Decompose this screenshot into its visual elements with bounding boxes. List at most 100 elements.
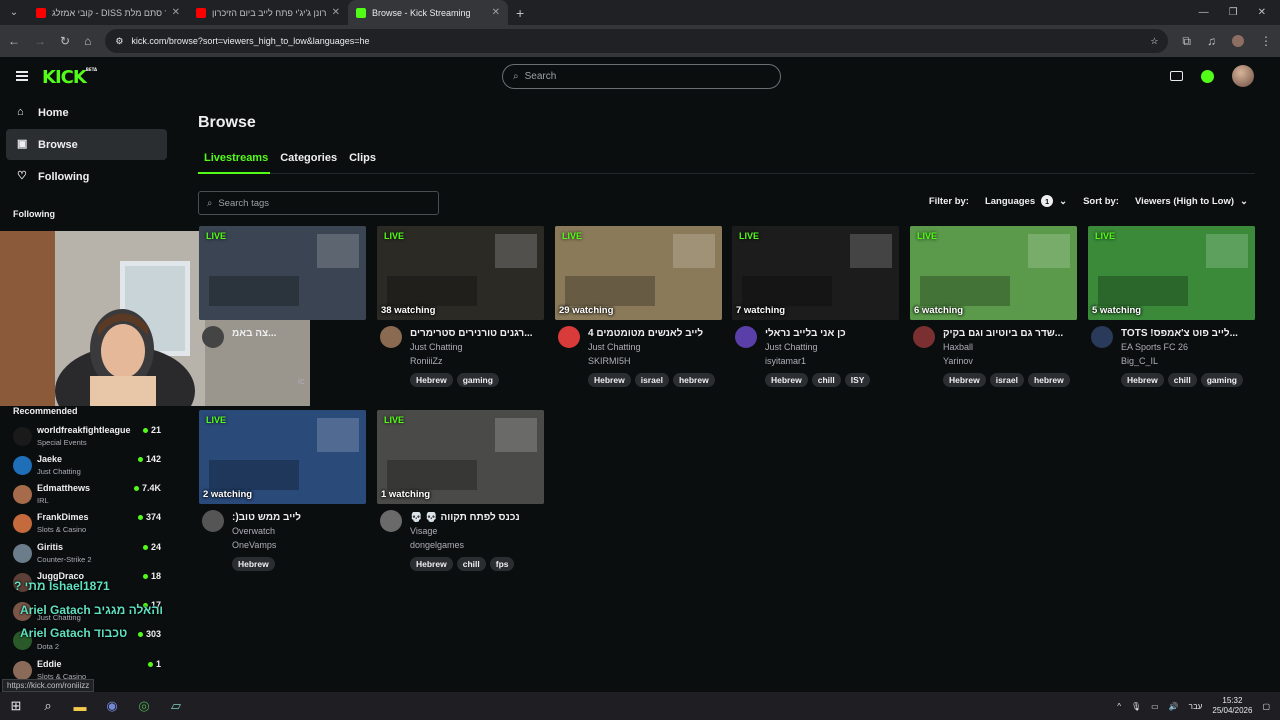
- discord-icon[interactable]: ◉: [96, 692, 128, 720]
- address-bar[interactable]: ⚙ kick.com/browse?sort=viewers_high_to_l…: [105, 29, 1169, 53]
- stream-title[interactable]: ...רגנים טורנירים סטרימרים: [410, 328, 544, 339]
- stream-title[interactable]: לייב לאנשים מטומטמים 4: [588, 328, 722, 339]
- recommended-item[interactable]: Giritis Counter-Strike 2 24: [13, 540, 161, 569]
- channel-avatar[interactable]: [202, 326, 224, 348]
- sidebar-item-following[interactable]: ♡ Following: [6, 161, 167, 192]
- channel-avatar[interactable]: [380, 510, 402, 532]
- stream-thumbnail[interactable]: LIVE 6 watching: [910, 226, 1077, 320]
- stream-thumbnail[interactable]: LIVE 38 watching: [377, 226, 544, 320]
- user-avatar[interactable]: [1232, 65, 1254, 87]
- stream-title[interactable]: ...צה באמ: [232, 328, 366, 339]
- stream-card[interactable]: LIVE 29 watching לייב לאנשים מטומטמים 4 Jus…: [555, 226, 722, 391]
- channel-avatar[interactable]: [1091, 326, 1113, 348]
- stream-thumbnail[interactable]: LIVE 5 watching: [1088, 226, 1255, 320]
- stream-category[interactable]: Visage: [410, 526, 437, 536]
- stream-thumbnail[interactable]: LIVE 29 watching: [555, 226, 722, 320]
- channel-avatar[interactable]: [380, 326, 402, 348]
- tag-chip[interactable]: chill: [1167, 373, 1197, 387]
- stream-card[interactable]: LIVE ...צה באמ ic: [199, 226, 366, 391]
- reload-icon[interactable]: ↻: [60, 34, 70, 48]
- tag-chip[interactable]: hebrew: [1027, 373, 1070, 387]
- tag-chip[interactable]: israel: [634, 373, 669, 387]
- stream-thumbnail[interactable]: LIVE 2 watching: [199, 410, 366, 504]
- sidebar-item-home[interactable]: ⌂ Home: [6, 97, 167, 128]
- channel-avatar[interactable]: [735, 326, 757, 348]
- recommended-item[interactable]: Edmatthews IRL 7.4K: [13, 481, 161, 510]
- channel-username[interactable]: RoniiiZz: [410, 356, 443, 366]
- tag-chip[interactable]: gaming: [456, 373, 499, 387]
- tag-chip[interactable]: Hebrew: [943, 373, 986, 387]
- close-icon[interactable]: ✕: [172, 7, 180, 18]
- stream-category[interactable]: Just Chatting: [765, 342, 818, 352]
- close-window-icon[interactable]: ✕: [1258, 7, 1266, 18]
- channel-avatar[interactable]: [913, 326, 935, 348]
- stream-card[interactable]: LIVE 6 watching ...שדר גם ביוטיוב וגם בקיק…: [910, 226, 1077, 391]
- tag-chip[interactable]: Hebrew: [410, 373, 453, 387]
- site-info-icon[interactable]: ⚙: [115, 36, 123, 47]
- channel-avatar[interactable]: [558, 326, 580, 348]
- tab-clips[interactable]: Clips: [343, 150, 382, 172]
- stream-thumbnail[interactable]: LIVE: [199, 226, 366, 320]
- tag-chip[interactable]: hebrew: [672, 373, 715, 387]
- tag-chip[interactable]: gaming: [1200, 373, 1243, 387]
- theater-mode-icon[interactable]: [1170, 71, 1183, 81]
- browser-tab-3[interactable]: Browse - Kick Streaming ✕: [348, 0, 508, 25]
- tab-categories[interactable]: Categories: [274, 150, 343, 172]
- tag-chip[interactable]: Hebrew: [1121, 373, 1164, 387]
- browser-menu-icon[interactable]: ⋮: [1260, 34, 1272, 48]
- channel-username[interactable]: isyitamar1: [765, 356, 806, 366]
- tab-livestreams[interactable]: Livestreams: [198, 150, 274, 172]
- chevron-up-icon[interactable]: ^: [1117, 702, 1121, 711]
- stream-category[interactable]: Just Chatting: [588, 342, 641, 352]
- languages-filter-button[interactable]: Languages 1 ⌄: [979, 193, 1073, 209]
- chrome-icon[interactable]: ◎: [128, 692, 160, 720]
- windows-start-icon[interactable]: ⊞: [0, 692, 32, 720]
- language-indicator[interactable]: עבר: [1189, 702, 1203, 711]
- stream-card[interactable]: LIVE 38 watching ...רגנים טורנירים סטרימרי…: [377, 226, 544, 391]
- minimize-icon[interactable]: —: [1199, 7, 1209, 18]
- search-input[interactable]: ⌕ Search: [502, 64, 781, 89]
- sidebar-item-browse[interactable]: ▣ Browse: [6, 129, 167, 160]
- stream-category[interactable]: Just Chatting: [410, 342, 463, 352]
- channel-avatar[interactable]: [202, 510, 224, 532]
- stream-category[interactable]: Overwatch: [232, 526, 275, 536]
- close-icon[interactable]: ✕: [332, 7, 340, 18]
- stream-thumbnail[interactable]: LIVE 1 watching: [377, 410, 544, 504]
- stream-title[interactable]: לייב ממש טוב(:: [232, 512, 366, 523]
- search-tags-input[interactable]: ⌕ Search tags: [198, 191, 439, 215]
- extensions-icon[interactable]: ⧉: [1182, 34, 1191, 49]
- hamburger-menu-icon[interactable]: [16, 71, 28, 81]
- profile-avatar[interactable]: [1232, 35, 1244, 47]
- channel-username[interactable]: Big_C_IL: [1121, 356, 1158, 366]
- new-tab-button[interactable]: +: [516, 5, 524, 21]
- tag-chip[interactable]: Hebrew: [410, 557, 453, 571]
- stream-title[interactable]: כן אני בלייב נראלי: [765, 328, 899, 339]
- tag-chip[interactable]: chill: [811, 373, 841, 387]
- bookmark-star-icon[interactable]: ☆: [1150, 36, 1158, 47]
- channel-username[interactable]: SKIRMI5H: [588, 356, 631, 366]
- stream-title[interactable]: נכנס לפתח תקווה 💀 💀: [410, 512, 544, 523]
- stream-card[interactable]: LIVE 2 watching לייב ממש טוב(: Overwatch One…: [199, 410, 366, 575]
- media-controls-icon[interactable]: ♫: [1207, 34, 1216, 48]
- volume-icon[interactable]: 🔊: [1169, 702, 1179, 711]
- stream-card[interactable]: LIVE 7 watching כן אני בלייב נראלי Just Cha…: [732, 226, 899, 391]
- channel-username[interactable]: OneVamps: [232, 540, 276, 550]
- stream-card[interactable]: LIVE 1 watching נכנס לפתח תקווה 💀 💀 Visage d…: [377, 410, 544, 575]
- network-icon[interactable]: ▭: [1151, 702, 1159, 711]
- taskbar-search-icon[interactable]: ⌕: [32, 692, 64, 720]
- close-icon[interactable]: ✕: [492, 7, 500, 18]
- maximize-icon[interactable]: ❐: [1229, 7, 1238, 18]
- forward-icon[interactable]: →: [34, 34, 46, 48]
- home-browser-icon[interactable]: ⌂: [84, 34, 91, 48]
- sort-dropdown[interactable]: Viewers (High to Low) ⌄: [1129, 194, 1254, 209]
- stream-category[interactable]: EA Sports FC 26: [1121, 342, 1188, 352]
- tag-chip[interactable]: israel: [989, 373, 1024, 387]
- tag-chip[interactable]: Hebrew: [765, 373, 808, 387]
- clock[interactable]: 15:32 25/04/2026: [1212, 696, 1252, 716]
- browser-tab-1[interactable]: קובי אמזלג - DISS עוד סתם מלת ✕: [28, 0, 188, 25]
- stream-title[interactable]: ...שדר גם ביוטיוב וגם בקיק: [943, 328, 1077, 339]
- microphone-icon[interactable]: 🎙: [1131, 702, 1141, 711]
- recommended-item[interactable]: FrankDimes Slots & Casino 374: [13, 510, 161, 539]
- tag-chip[interactable]: chill: [456, 557, 486, 571]
- stream-category[interactable]: Haxball: [943, 342, 973, 352]
